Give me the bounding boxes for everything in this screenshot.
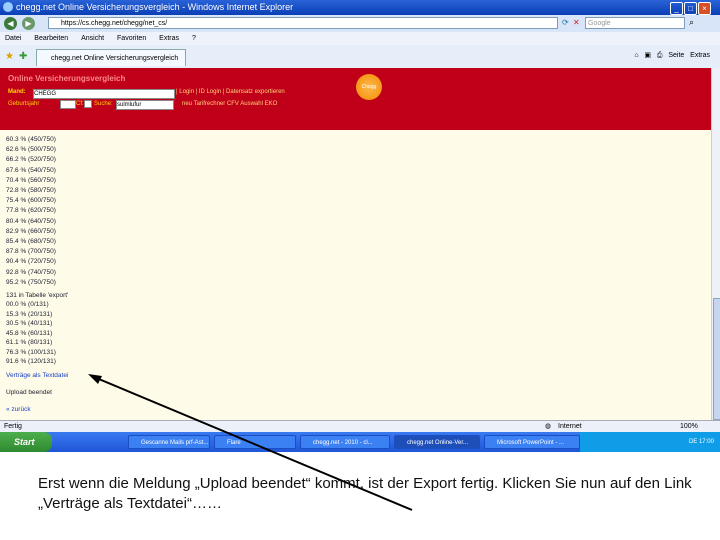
annotation-arrow: [88, 374, 413, 511]
arrow-head: [88, 374, 102, 384]
slide-caption: Erst wenn die Meldung „Upload beendet“ k…: [38, 475, 692, 512]
